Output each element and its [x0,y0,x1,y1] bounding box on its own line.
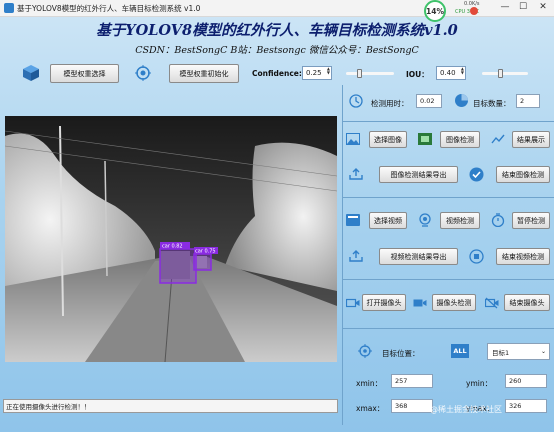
pause-detect-button[interactable]: 暂停检测 [512,212,550,229]
timer-icon [491,213,505,228]
count-label: 目标数量： [473,99,511,108]
detection-label: car 0.75 [195,249,216,255]
show-result-button[interactable]: 结果展示 [512,131,550,148]
panel-divider [342,85,343,425]
camera-detect-button[interactable]: 摄像头检测 [432,294,476,311]
infrared-road-scene: car 0.82 car 0.75 [5,116,337,362]
page-subtitle: CSDN：BestSongC B站：Bestsongc 微信公众号：BestSo… [135,45,419,56]
confidence-label: Confidence: [252,69,302,78]
minimize-icon[interactable]: — [498,2,512,12]
time-value: 0.02 [416,94,442,108]
cube-icon [22,64,40,82]
net-speed: 0.0K/s [464,1,480,7]
perf-widget: 14% 0.0K/s CPU 37°C [424,0,480,22]
target-select[interactable]: 目标1 ⌄ [487,343,550,360]
status-bar: 正在使用摄像头进行检测！！ [3,399,338,413]
select-video-button[interactable]: 选择视频 [369,212,407,229]
time-label: 检测用时： [371,99,409,108]
detection-box [193,253,212,271]
detection-label: car 0.82 [162,244,183,250]
ymax-value: 326 [505,399,547,413]
image-detect-icon [418,133,432,145]
image-icon [346,133,360,145]
line-chart-icon [491,133,505,145]
camera-icon [345,297,360,309]
target-icon [135,65,151,81]
camera-off-icon [484,297,499,309]
model-select-button[interactable]: 模型权重选择 [50,64,119,83]
divider [343,121,554,122]
end-video-button[interactable]: 结束视频检测 [496,248,550,265]
video-detect-button[interactable]: 视频检测 [440,212,480,229]
confidence-input[interactable]: 0.25 ▲ ▼ [302,66,332,80]
page-title: 基于YOLOV8模型的红外行人、车辆目标检测系统v1.0 [96,22,458,39]
target-position-label: 目标位置： [382,349,420,358]
pie-chart-icon [454,93,469,108]
stop-icon [469,249,484,264]
confidence-slider-handle[interactable] [356,69,362,78]
watermark: @稀土掘金技术社区 [430,405,502,414]
end-image-button[interactable]: 结束图像检测 [496,166,550,183]
detection-box [159,248,197,284]
iou-slider-handle[interactable] [498,69,504,78]
divider [343,328,554,329]
all-badge: ALL [451,344,469,358]
export-image-button[interactable]: 图像检测结果导出 [379,166,458,183]
perf-close-icon[interactable] [470,7,478,15]
window-title: 基于YOLOV8模型的红外行人、车辆目标检测系统 v1.0 [17,4,201,13]
chevron-down-icon: ⌄ [540,348,546,355]
xmax-label: xmax： [356,404,385,413]
iou-slider[interactable] [482,69,528,78]
location-icon [358,344,372,358]
xmin-value: 257 [391,374,433,388]
select-image-button[interactable]: 选择图像 [369,131,407,148]
iou-input[interactable]: 0.40 ▲ ▼ [436,66,466,80]
iou-label: IOU： [406,70,429,79]
open-camera-button[interactable]: 打开摄像头 [362,294,406,311]
upload-icon [349,250,363,262]
confidence-slider[interactable] [346,69,394,78]
divider [343,279,554,280]
count-value: 2 [516,94,540,108]
app-icon [4,3,14,13]
model-init-button[interactable]: 模型权重初始化 [169,64,239,83]
close-icon[interactable]: ✕ [536,2,550,12]
video-icon [346,214,360,226]
ymin-label: ymin： [466,379,493,388]
end-camera-button[interactable]: 结束摄像头 [504,294,550,311]
xmax-value: 368 [391,399,433,413]
upload-icon [349,168,363,180]
webcam-icon [418,213,432,227]
xmin-label: xmin： [356,379,383,388]
maximize-icon[interactable]: ☐ [516,2,530,12]
export-video-button[interactable]: 视频检测结果导出 [379,248,458,265]
divider [343,197,554,198]
detection-image: car 0.82 car 0.75 [5,116,337,362]
target-select-value: 目标1 [492,348,510,357]
ymin-value: 260 [505,374,547,388]
video-camera-icon [413,297,427,309]
clock-icon [349,94,363,108]
check-icon [469,167,484,182]
image-detect-button[interactable]: 图像检测 [440,131,480,148]
